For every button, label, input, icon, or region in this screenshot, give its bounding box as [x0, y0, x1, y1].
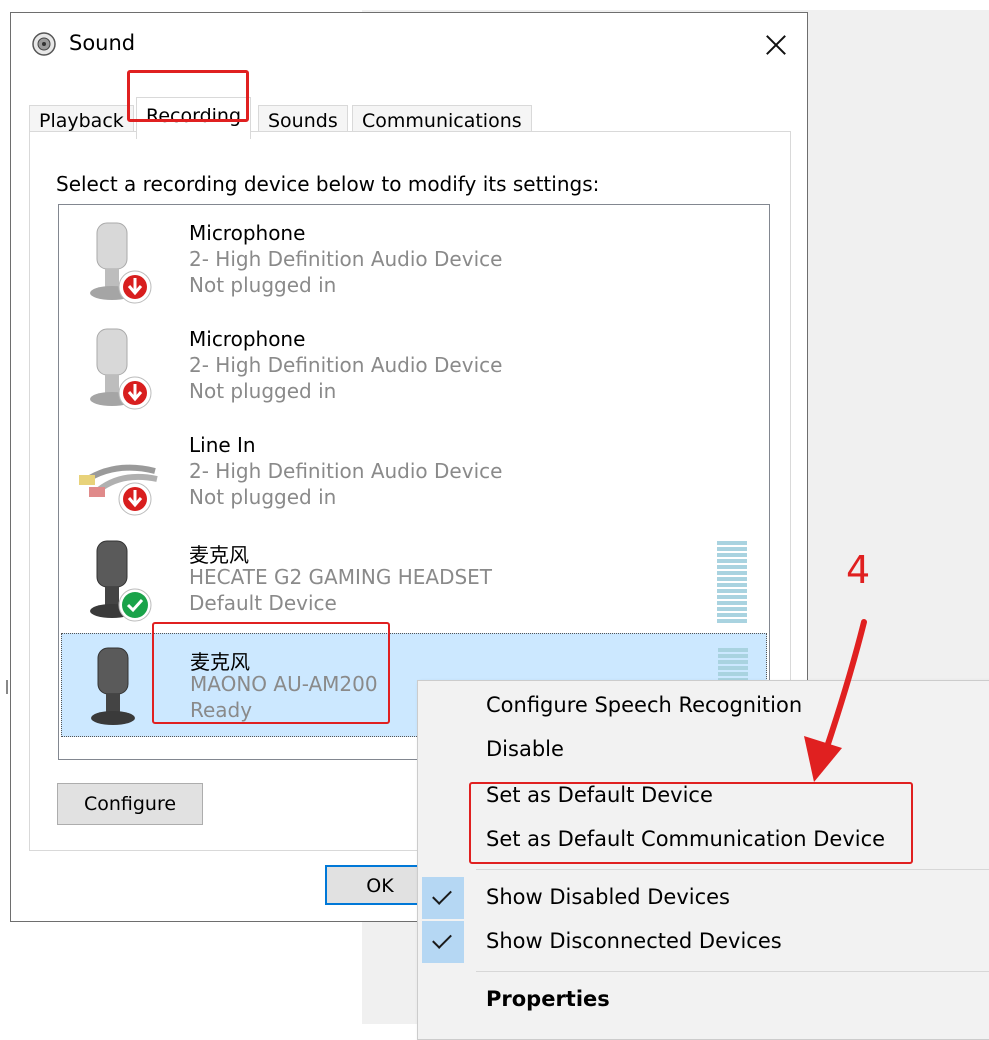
menu-configure-speech-recognition[interactable]: Configure Speech Recognition — [486, 693, 802, 717]
device-row[interactable]: Line In 2- High Definition Audio Device … — [61, 421, 767, 525]
device-driver: HECATE G2 GAMING HEADSET — [189, 565, 493, 589]
selected-device-highlight — [152, 622, 390, 724]
device-name: 麦克风 — [189, 543, 249, 567]
recording-tab-highlight — [127, 70, 249, 122]
default-device-options-highlight — [469, 782, 913, 864]
edge-mark — [6, 680, 8, 694]
background-top — [362, 0, 989, 10]
device-row[interactable]: Microphone 2- High Definition Audio Devi… — [61, 209, 767, 313]
level-meter — [717, 541, 747, 625]
menu-separator — [476, 971, 989, 972]
speaker-icon — [32, 32, 56, 56]
menu-disable[interactable]: Disable — [486, 737, 564, 761]
device-row[interactable]: Microphone 2- High Definition Audio Devi… — [61, 315, 767, 419]
window-title: Sound — [69, 31, 136, 55]
rca-cable-icon — [79, 464, 158, 516]
device-driver: 2- High Definition Audio Device — [189, 353, 503, 377]
close-icon[interactable] — [756, 25, 796, 65]
device-status: Default Device — [189, 591, 337, 615]
device-driver: 2- High Definition Audio Device — [189, 247, 503, 271]
microphone-icon — [90, 540, 152, 622]
configure-button[interactable]: Configure — [57, 783, 203, 825]
step-number: 4 — [846, 548, 871, 592]
arrow-icon — [804, 619, 867, 782]
device-name: Line In — [189, 433, 256, 457]
checkmark-icon — [422, 877, 464, 919]
device-status: Not plugged in — [189, 273, 337, 297]
checkmark-icon — [422, 921, 464, 963]
device-status: Not plugged in — [189, 485, 337, 509]
device-name: Microphone — [189, 327, 306, 351]
title-bar: Sound — [11, 13, 807, 77]
device-driver: 2- High Definition Audio Device — [189, 459, 503, 483]
menu-separator — [476, 869, 989, 870]
menu-properties[interactable]: Properties — [486, 987, 610, 1011]
device-row[interactable]: 麦克风 HECATE G2 GAMING HEADSET Default Dev… — [61, 527, 767, 631]
microphone-icon — [90, 222, 152, 304]
device-name: Microphone — [189, 221, 306, 245]
instruction-text: Select a recording device below to modif… — [56, 172, 600, 196]
menu-show-disabled-devices[interactable]: Show Disabled Devices — [486, 885, 730, 909]
microphone-icon — [90, 328, 152, 410]
menu-show-disconnected-devices[interactable]: Show Disconnected Devices — [486, 929, 782, 953]
device-status: Not plugged in — [189, 379, 337, 403]
